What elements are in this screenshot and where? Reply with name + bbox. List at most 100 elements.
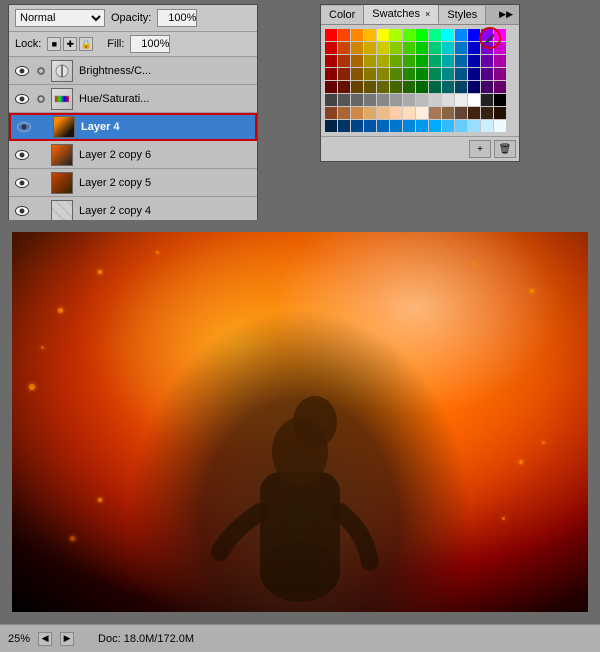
swatch-item[interactable] [377, 107, 389, 119]
swatch-item[interactable] [364, 94, 376, 106]
swatch-item[interactable] [481, 81, 493, 93]
tab-color[interactable]: Color [321, 6, 364, 24]
swatch-item[interactable] [325, 94, 337, 106]
new-swatch-button[interactable]: + [469, 140, 491, 158]
swatch-item[interactable] [338, 107, 350, 119]
swatch-item[interactable] [364, 29, 376, 41]
prev-arrow[interactable]: ◀ [38, 632, 52, 646]
swatch-item[interactable] [377, 120, 389, 132]
swatch-item[interactable] [429, 68, 441, 80]
swatch-item[interactable] [364, 42, 376, 54]
swatch-item[interactable] [468, 107, 480, 119]
swatch-item[interactable] [455, 107, 467, 119]
tab-close-icon[interactable]: × [425, 9, 430, 19]
swatch-item[interactable] [468, 120, 480, 132]
swatch-item[interactable] [364, 120, 376, 132]
swatch-item[interactable] [325, 42, 337, 54]
lock-all-icon[interactable]: 🔒 [79, 37, 93, 51]
swatch-item[interactable] [468, 68, 480, 80]
swatch-item[interactable] [403, 42, 415, 54]
swatch-item[interactable] [416, 94, 428, 106]
swatch-item[interactable] [442, 68, 454, 80]
opacity-input[interactable] [157, 9, 197, 27]
swatch-item[interactable] [416, 68, 428, 80]
swatch-item[interactable] [351, 68, 363, 80]
layer-eye-layer4[interactable] [15, 118, 33, 136]
swatch-item[interactable] [377, 81, 389, 93]
swatch-item[interactable] [429, 42, 441, 54]
swatch-item[interactable] [364, 81, 376, 93]
swatch-item[interactable] [403, 55, 415, 67]
swatch-item[interactable] [390, 42, 402, 54]
lock-position-icon[interactable]: ✚ [63, 37, 77, 51]
swatch-item[interactable] [338, 81, 350, 93]
layer-eye-copy4[interactable] [13, 202, 31, 220]
swatch-item[interactable] [377, 42, 389, 54]
swatch-item[interactable] [325, 68, 337, 80]
swatch-item[interactable] [338, 120, 350, 132]
swatch-item[interactable] [390, 107, 402, 119]
swatch-item[interactable] [416, 120, 428, 132]
swatch-item[interactable] [403, 68, 415, 80]
swatch-item[interactable] [442, 81, 454, 93]
swatch-item[interactable] [390, 120, 402, 132]
swatch-item[interactable] [494, 55, 506, 67]
swatch-item[interactable] [338, 29, 350, 41]
swatch-item[interactable] [468, 94, 480, 106]
swatch-item[interactable] [429, 81, 441, 93]
swatch-item[interactable] [481, 68, 493, 80]
swatch-item[interactable] [416, 55, 428, 67]
swatch-item[interactable] [494, 107, 506, 119]
swatch-item[interactable] [468, 81, 480, 93]
swatch-item[interactable] [325, 107, 337, 119]
swatch-item[interactable] [351, 94, 363, 106]
swatch-item[interactable] [494, 68, 506, 80]
layer-row-hue[interactable]: Hue/Saturati... [9, 85, 257, 113]
swatch-item[interactable] [442, 94, 454, 106]
swatch-item[interactable] [338, 42, 350, 54]
layer-eye-copy6[interactable] [13, 146, 31, 164]
swatch-item[interactable] [364, 55, 376, 67]
edit-btn-circle[interactable] [479, 27, 501, 49]
swatch-item[interactable] [468, 55, 480, 67]
layer-row-layer4[interactable]: Layer 4 [9, 113, 257, 141]
layer-row-copy5[interactable]: Layer 2 copy 5 [9, 169, 257, 197]
swatch-item[interactable] [403, 107, 415, 119]
swatch-item[interactable] [416, 81, 428, 93]
tab-styles[interactable]: Styles [439, 6, 486, 24]
swatch-item[interactable] [442, 29, 454, 41]
swatch-item[interactable] [351, 42, 363, 54]
swatch-item[interactable] [325, 29, 337, 41]
swatch-item[interactable] [325, 55, 337, 67]
swatch-item[interactable] [455, 81, 467, 93]
swatch-item[interactable] [494, 120, 506, 132]
swatch-item[interactable] [429, 120, 441, 132]
lock-pixels-icon[interactable]: ■ [47, 37, 61, 51]
swatch-item[interactable] [338, 94, 350, 106]
swatch-item[interactable] [429, 94, 441, 106]
swatch-item[interactable] [403, 29, 415, 41]
swatch-item[interactable] [325, 81, 337, 93]
layer-row-brightness[interactable]: Brightness/C... [9, 57, 257, 85]
swatch-item[interactable] [481, 55, 493, 67]
swatch-item[interactable] [390, 68, 402, 80]
tab-swatches[interactable]: Swatches × [364, 5, 439, 24]
swatch-item[interactable] [416, 29, 428, 41]
swatch-item[interactable] [429, 55, 441, 67]
swatch-item[interactable] [455, 29, 467, 41]
swatch-item[interactable] [390, 55, 402, 67]
swatch-item[interactable] [377, 29, 389, 41]
swatch-item[interactable] [481, 107, 493, 119]
swatch-item[interactable] [351, 120, 363, 132]
swatch-item[interactable] [429, 29, 441, 41]
swatch-item[interactable] [429, 107, 441, 119]
swatch-item[interactable] [351, 29, 363, 41]
swatch-item[interactable] [455, 94, 467, 106]
next-arrow[interactable]: ▶ [60, 632, 74, 646]
swatch-item[interactable] [325, 120, 337, 132]
layer-eye-hue[interactable] [13, 90, 31, 108]
swatch-item[interactable] [390, 94, 402, 106]
blend-mode-select[interactable]: Normal [15, 9, 105, 27]
swatch-item[interactable] [481, 94, 493, 106]
swatch-item[interactable] [377, 55, 389, 67]
